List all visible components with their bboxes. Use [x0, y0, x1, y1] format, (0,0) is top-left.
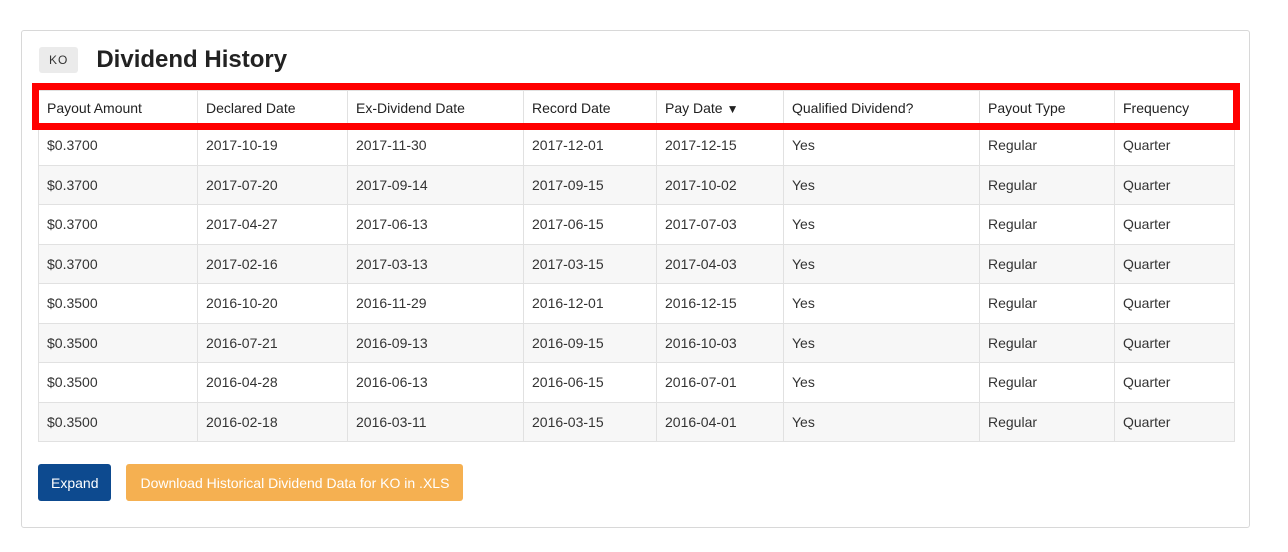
table-row: $0.3500 2016-04-28 2016-06-13 2016-06-15 201…	[38, 362, 1235, 403]
cell-frequency: Quarter	[1114, 125, 1235, 166]
action-buttons: Expand Download Historical Dividend Data…	[38, 464, 464, 501]
cell-ex-dividend-date: 2017-03-13	[347, 243, 524, 284]
expand-button[interactable]: Expand	[38, 464, 112, 501]
dividend-history-panel: KO Dividend History Payout Amount Declar…	[21, 30, 1250, 528]
cell-record-date: 2016-03-15	[523, 401, 657, 442]
cell-payout-type: Regular	[979, 125, 1115, 166]
sort-descending-icon: ▼	[726, 102, 739, 116]
cell-record-date: 2016-09-15	[523, 322, 657, 363]
cell-pay-date: 2017-04-03	[656, 243, 784, 284]
dividend-table-container: Payout Amount Declared Date Ex-Dividend …	[38, 90, 1235, 442]
column-header-payout-type[interactable]: Payout Type	[979, 90, 1115, 126]
table-body: $0.3700 2017-10-19 2017-11-30 2017-12-01 201…	[38, 125, 1235, 442]
cell-payout-amount: $0.3500	[38, 362, 198, 403]
table-row: $0.3700 2017-04-27 2017-06-13 2017-06-15 201…	[38, 204, 1235, 245]
cell-ex-dividend-date: 2016-09-13	[347, 322, 524, 363]
cell-pay-date: 2016-12-15	[656, 283, 784, 324]
cell-pay-date: 2016-07-01	[656, 362, 784, 403]
column-header-payout-amount[interactable]: Payout Amount	[38, 90, 198, 126]
column-header-ex-dividend-date[interactable]: Ex-Dividend Date	[347, 90, 524, 126]
cell-qualified-dividend: Yes	[783, 322, 980, 363]
cell-ex-dividend-date: 2016-06-13	[347, 362, 524, 403]
cell-ex-dividend-date: 2017-11-30	[347, 125, 524, 166]
cell-frequency: Quarter	[1114, 204, 1235, 245]
cell-declared-date: 2016-02-18	[197, 401, 348, 442]
cell-payout-amount: $0.3700	[38, 204, 198, 245]
cell-frequency: Quarter	[1114, 243, 1235, 284]
cell-record-date: 2017-12-01	[523, 125, 657, 166]
cell-payout-type: Regular	[979, 204, 1115, 245]
cell-pay-date: 2016-04-01	[656, 401, 784, 442]
table-row: $0.3500 2016-07-21 2016-09-13 2016-09-15 201…	[38, 322, 1235, 363]
cell-declared-date: 2017-10-19	[197, 125, 348, 166]
cell-qualified-dividend: Yes	[783, 283, 980, 324]
cell-ex-dividend-date: 2017-09-14	[347, 164, 524, 205]
dividend-table: Payout Amount Declared Date Ex-Dividend …	[38, 90, 1235, 442]
cell-record-date: 2017-09-15	[523, 164, 657, 205]
cell-qualified-dividend: Yes	[783, 164, 980, 205]
cell-ex-dividend-date: 2016-11-29	[347, 283, 524, 324]
table-row: $0.3700 2017-10-19 2017-11-30 2017-12-01 201…	[38, 125, 1235, 166]
table-header-row: Payout Amount Declared Date Ex-Dividend …	[38, 90, 1235, 126]
ticker-badge: KO	[39, 47, 79, 73]
table-row: $0.3500 2016-02-18 2016-03-11 2016-03-15 201…	[38, 401, 1235, 442]
cell-pay-date: 2017-10-02	[656, 164, 784, 205]
cell-payout-type: Regular	[979, 362, 1115, 403]
table-row: $0.3500 2016-10-20 2016-11-29 2016-12-01 201…	[38, 283, 1235, 324]
cell-qualified-dividend: Yes	[783, 125, 980, 166]
cell-payout-type: Regular	[979, 164, 1115, 205]
cell-declared-date: 2017-02-16	[197, 243, 348, 284]
cell-ex-dividend-date: 2017-06-13	[347, 204, 524, 245]
download-xls-button[interactable]: Download Historical Dividend Data for KO…	[126, 464, 464, 501]
column-header-pay-date[interactable]: Pay Date ▼	[656, 90, 784, 126]
cell-payout-amount: $0.3700	[38, 243, 198, 284]
cell-frequency: Quarter	[1114, 362, 1235, 403]
cell-payout-type: Regular	[979, 401, 1115, 442]
title-row: KO Dividend History	[39, 46, 287, 74]
page-title: Dividend History	[96, 46, 288, 73]
cell-record-date: 2017-03-15	[523, 243, 657, 284]
table-row: $0.3700 2017-02-16 2017-03-13 2017-03-15 201…	[38, 243, 1235, 284]
cell-payout-type: Regular	[979, 322, 1115, 363]
column-header-qualified-dividend[interactable]: Qualified Dividend?	[783, 90, 980, 126]
column-header-declared-date[interactable]: Declared Date	[197, 90, 348, 126]
cell-frequency: Quarter	[1114, 401, 1235, 442]
cell-qualified-dividend: Yes	[783, 243, 980, 284]
cell-ex-dividend-date: 2016-03-11	[347, 401, 524, 442]
cell-payout-type: Regular	[979, 283, 1115, 324]
cell-payout-amount: $0.3700	[38, 125, 198, 166]
cell-record-date: 2016-12-01	[523, 283, 657, 324]
cell-payout-amount: $0.3500	[38, 283, 198, 324]
cell-pay-date: 2016-10-03	[656, 322, 784, 363]
cell-pay-date: 2017-12-15	[656, 125, 784, 166]
cell-declared-date: 2017-07-20	[197, 164, 348, 205]
cell-declared-date: 2016-04-28	[197, 362, 348, 403]
cell-payout-type: Regular	[979, 243, 1115, 284]
cell-frequency: Quarter	[1114, 164, 1235, 205]
cell-qualified-dividend: Yes	[783, 204, 980, 245]
cell-declared-date: 2016-07-21	[197, 322, 348, 363]
cell-declared-date: 2016-10-20	[197, 283, 348, 324]
cell-declared-date: 2017-04-27	[197, 204, 348, 245]
cell-qualified-dividend: Yes	[783, 401, 980, 442]
cell-pay-date: 2017-07-03	[656, 204, 784, 245]
cell-record-date: 2016-06-15	[523, 362, 657, 403]
cell-payout-amount: $0.3500	[38, 322, 198, 363]
column-header-record-date[interactable]: Record Date	[523, 90, 657, 126]
cell-payout-amount: $0.3700	[38, 164, 198, 205]
cell-record-date: 2017-06-15	[523, 204, 657, 245]
table-row: $0.3700 2017-07-20 2017-09-14 2017-09-15 201…	[38, 164, 1235, 205]
column-header-frequency[interactable]: Frequency	[1114, 90, 1235, 126]
cell-frequency: Quarter	[1114, 283, 1235, 324]
cell-qualified-dividend: Yes	[783, 362, 980, 403]
cell-payout-amount: $0.3500	[38, 401, 198, 442]
cell-frequency: Quarter	[1114, 322, 1235, 363]
